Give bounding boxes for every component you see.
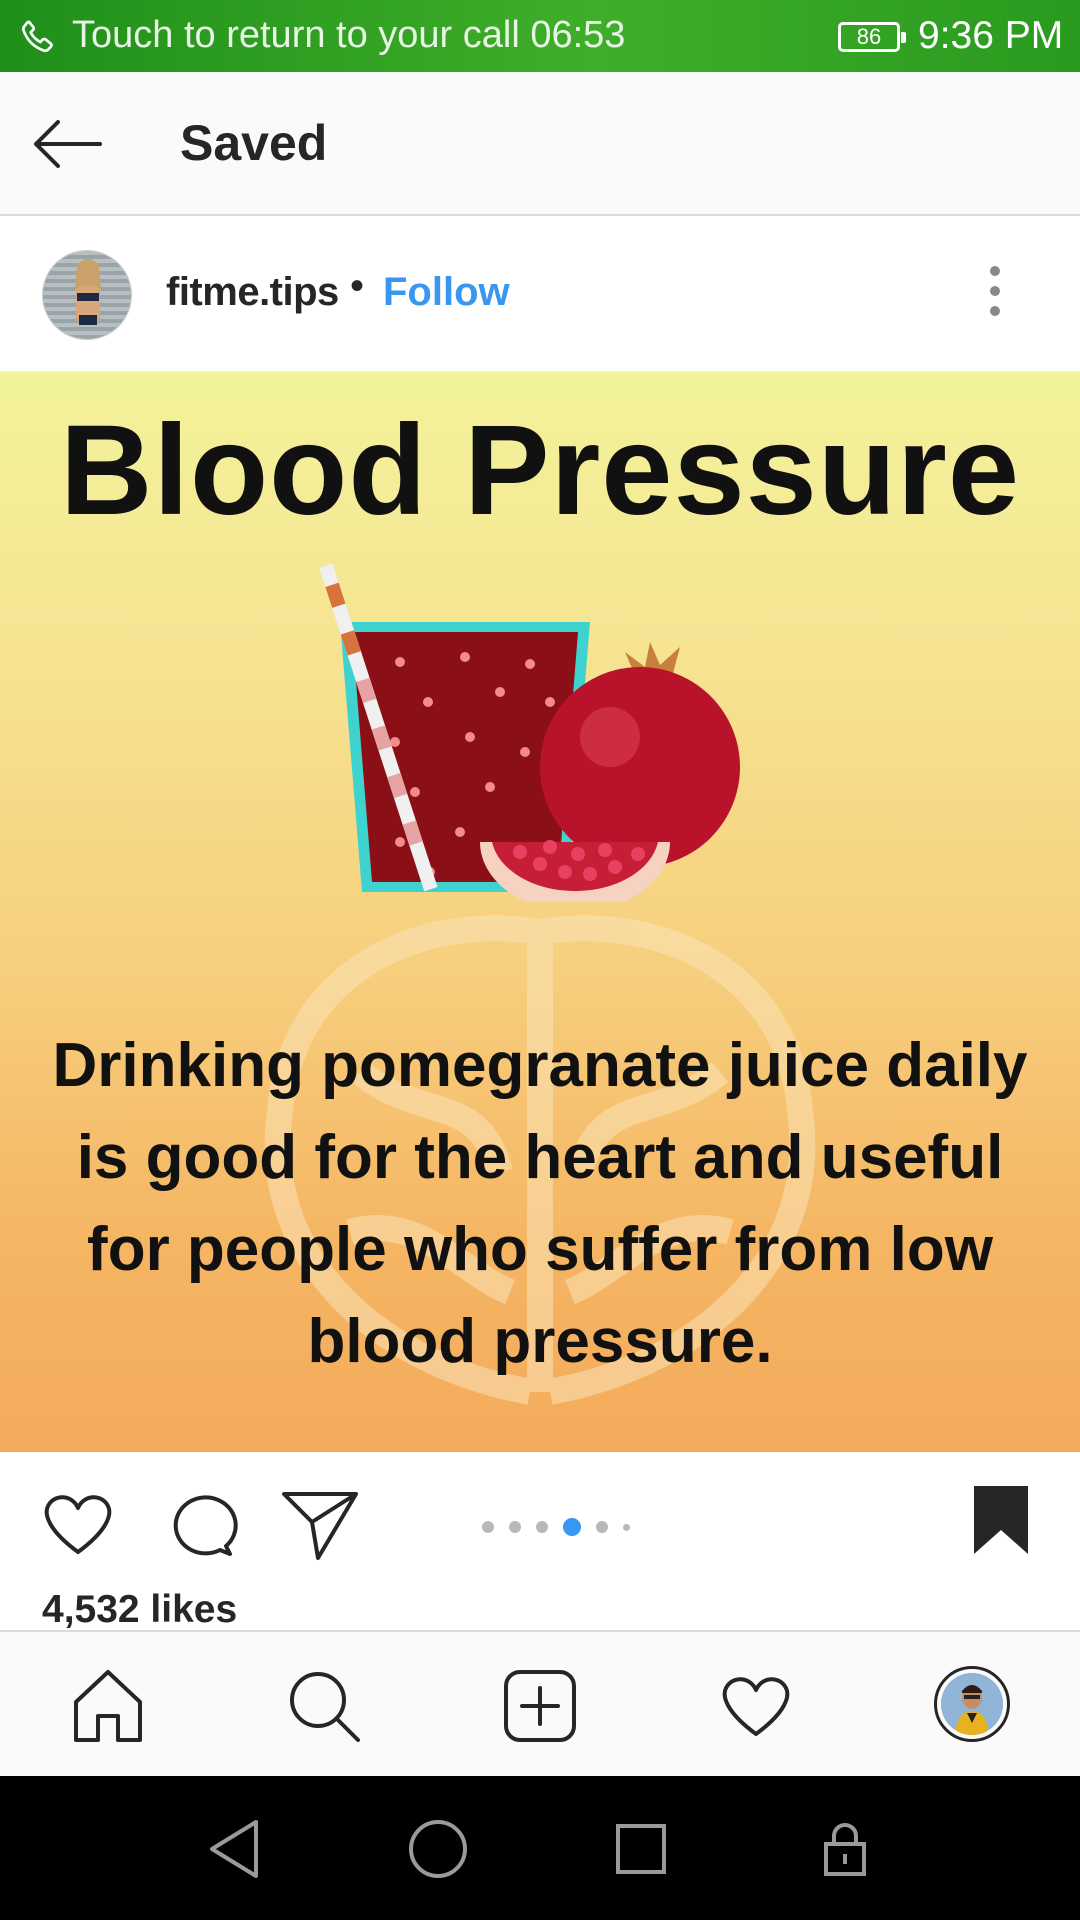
carousel-dot — [509, 1521, 521, 1533]
carousel-dot — [623, 1523, 630, 1531]
profile-avatar[interactable] — [934, 1666, 1010, 1742]
post-image[interactable]: Blood Pressure Drinking pomegranate juic… — [0, 372, 1080, 1452]
more-vertical-icon[interactable] — [990, 266, 1000, 326]
image-caption: Drinking pomegranate juice daily is good… — [0, 1020, 1080, 1388]
arrow-left-icon[interactable] — [28, 108, 108, 180]
post-action-bar — [0, 1452, 1080, 1572]
carousel-dot-active — [563, 1518, 581, 1536]
profile-avatar-image — [941, 1673, 1003, 1735]
search-icon[interactable] — [284, 1666, 364, 1746]
caption-line: blood pressure. — [307, 1307, 773, 1376]
lock-icon[interactable] — [810, 1814, 880, 1884]
carousel-dot — [596, 1521, 608, 1533]
battery-indicator: 86 — [838, 22, 906, 52]
call-text-label: Touch to return to your call — [72, 14, 520, 56]
carousel-indicator — [482, 1518, 645, 1536]
heart-icon[interactable] — [38, 1484, 118, 1564]
carousel-dot — [482, 1521, 494, 1533]
home-icon[interactable] — [68, 1666, 148, 1746]
image-headline: Blood Pressure — [59, 399, 1021, 542]
activity-heart-icon[interactable] — [716, 1666, 796, 1746]
home-circle-icon[interactable] — [403, 1814, 473, 1884]
likes-count[interactable]: 4,532 likes — [42, 1588, 237, 1632]
author-avatar[interactable] — [42, 250, 132, 340]
return-to-call-text[interactable]: Touch to return to your call 06:53 — [72, 14, 625, 57]
status-bar[interactable]: Touch to return to your call 06:53 86 9:… — [0, 0, 1080, 72]
add-post-icon[interactable] — [500, 1666, 580, 1746]
carousel-dot — [536, 1521, 548, 1533]
back-triangle-icon[interactable] — [200, 1814, 270, 1884]
recents-square-icon[interactable] — [606, 1814, 676, 1884]
avatar-image — [43, 251, 131, 339]
bookmark-filled-icon[interactable] — [970, 1482, 1032, 1558]
comment-icon[interactable] — [160, 1484, 240, 1564]
call-timer: 06:53 — [530, 14, 626, 56]
caption-line: is good for the heart and useful — [76, 1123, 1004, 1192]
send-icon[interactable] — [280, 1484, 360, 1564]
juice-and-pomegranate-illustration — [320, 563, 740, 902]
post-username[interactable]: fitme.tips — [166, 270, 339, 315]
caption-line: Drinking pomegranate juice daily — [52, 1031, 1028, 1100]
post-header: fitme.tips • Follow — [0, 218, 1080, 372]
bottom-navigation — [0, 1630, 1080, 1776]
phone-icon — [22, 20, 53, 52]
separator-dot: • — [350, 264, 365, 308]
app-header: Saved — [0, 72, 1080, 216]
caption-line: for people who suffer from low — [87, 1215, 993, 1284]
status-time: 9:36 PM — [918, 14, 1064, 57]
follow-button[interactable]: Follow — [383, 270, 510, 315]
page-title: Saved — [180, 115, 328, 171]
system-navigation-bar — [0, 1776, 1080, 1920]
